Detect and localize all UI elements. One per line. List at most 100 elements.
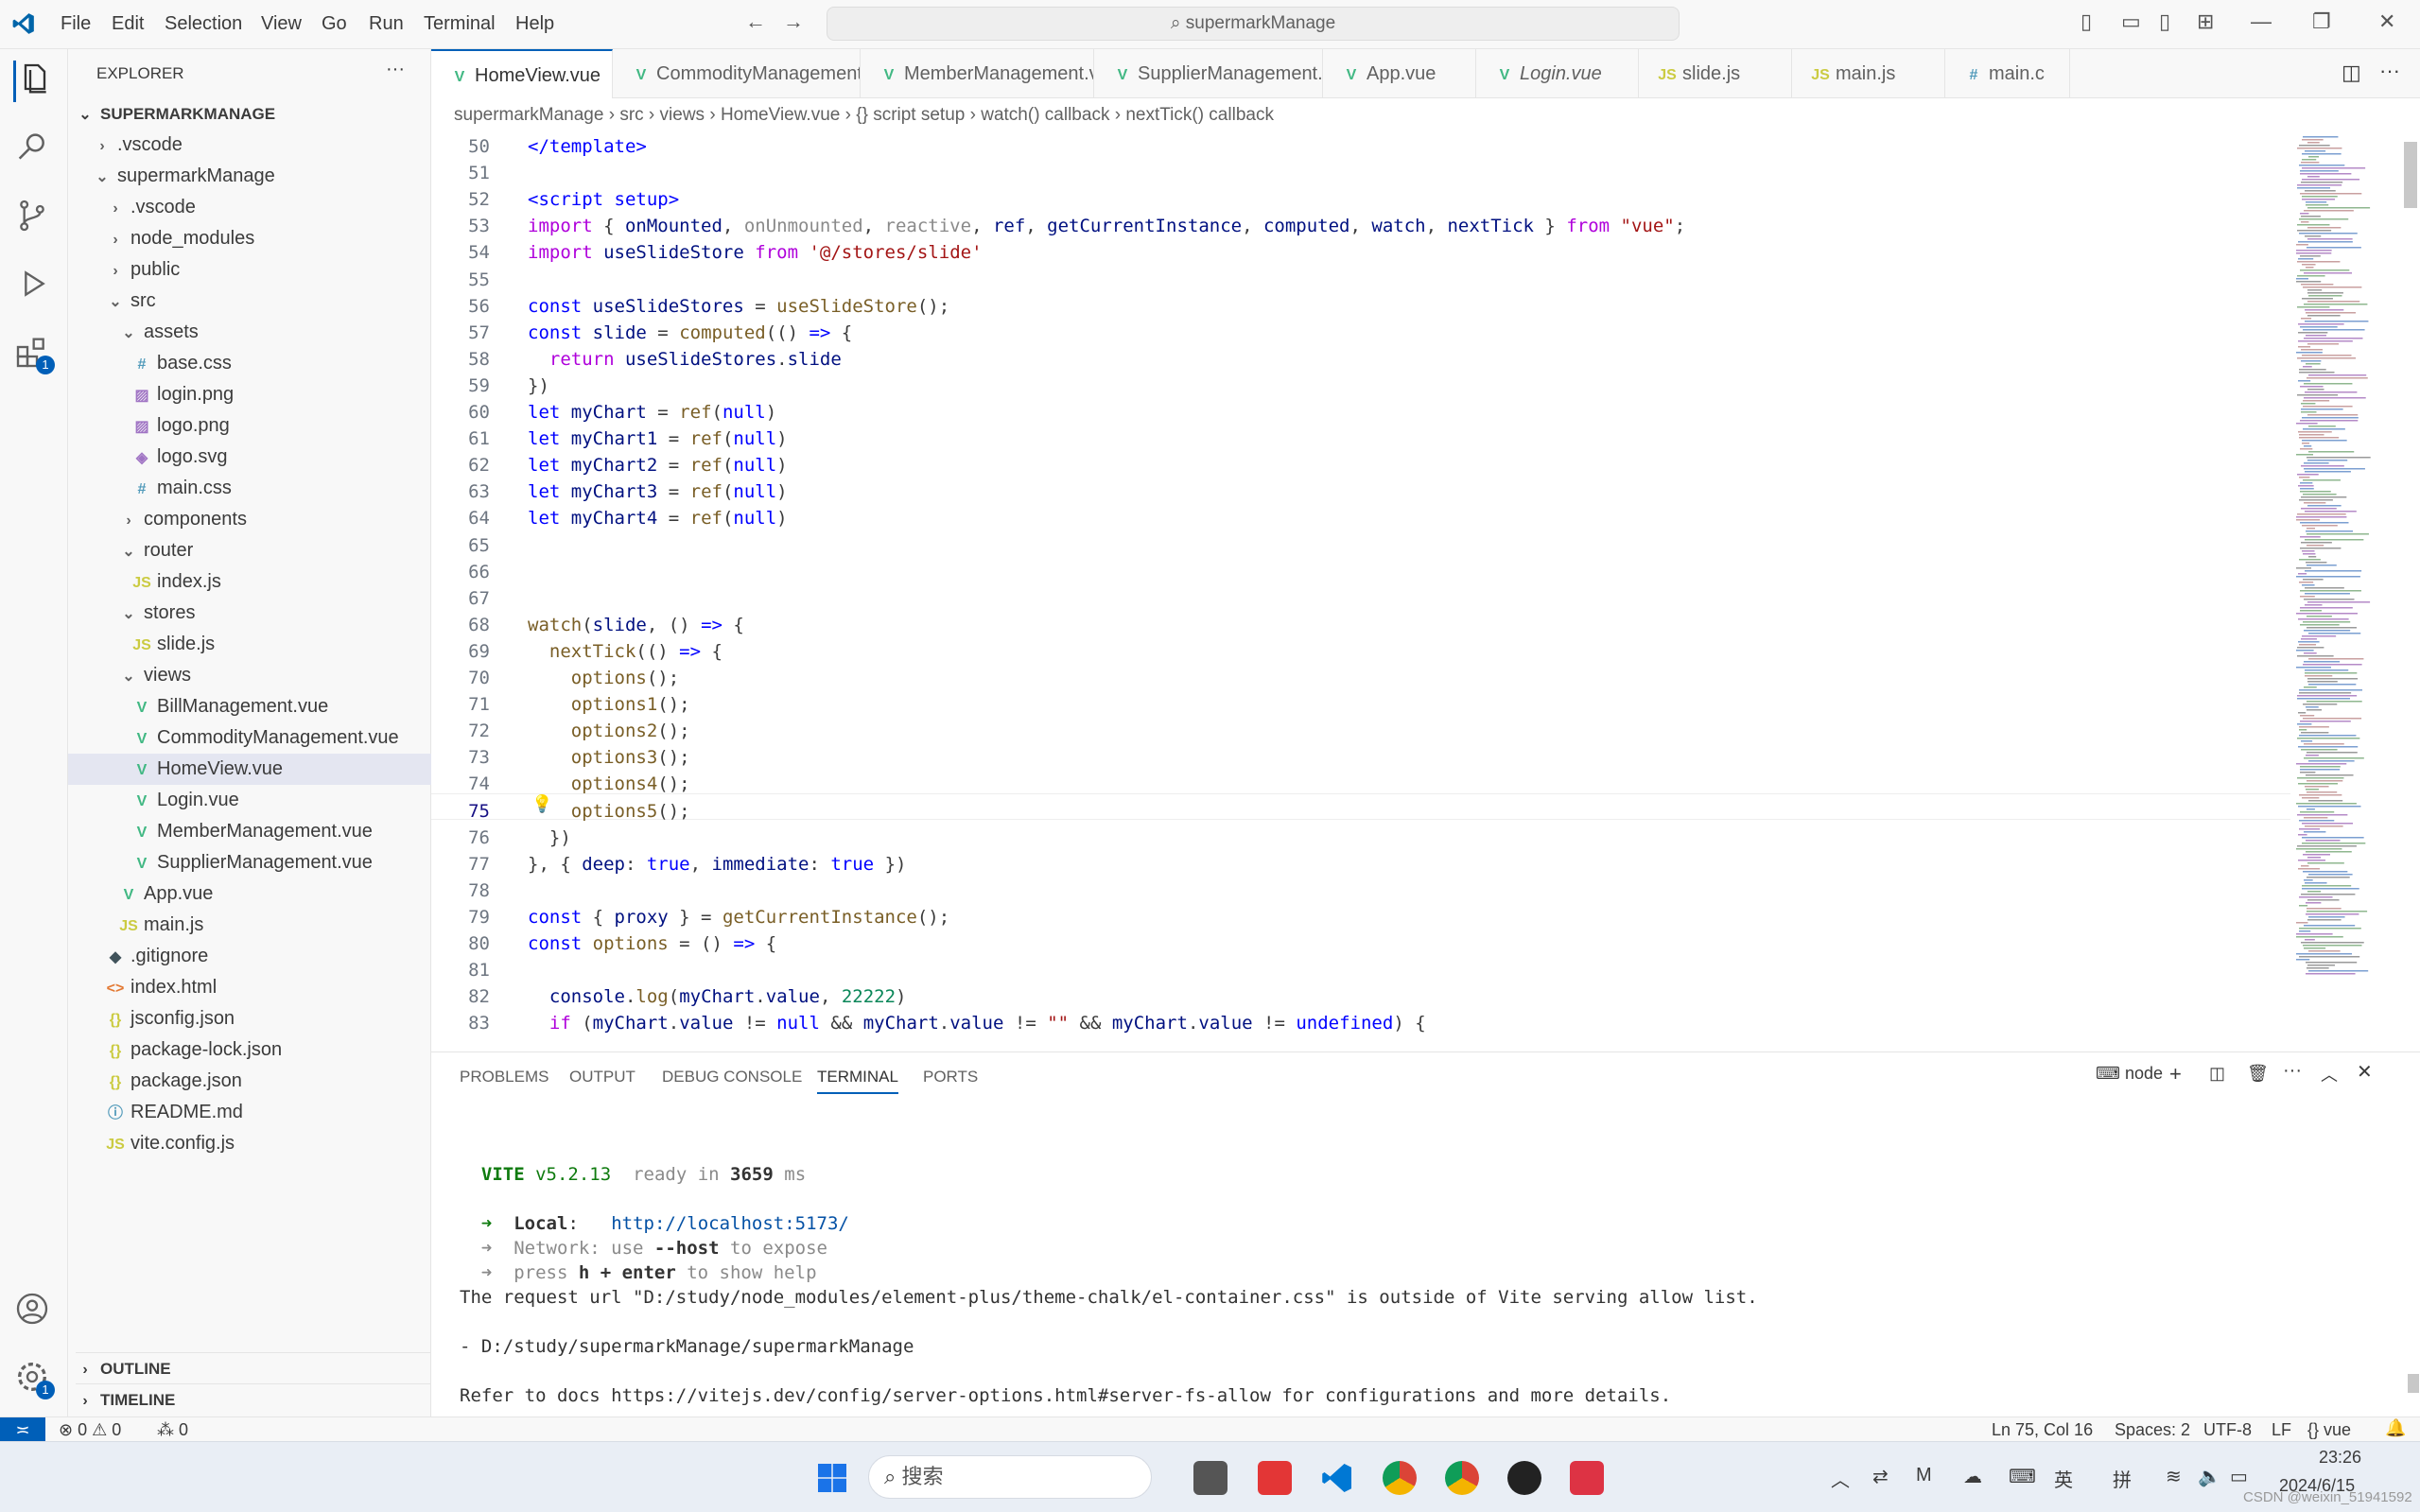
encoding[interactable]: UTF-8 — [2203, 1420, 2252, 1440]
more-actions-icon[interactable]: ··· — [386, 59, 405, 80]
close-panel-icon[interactable]: ✕ — [2357, 1060, 2373, 1084]
menu-edit[interactable]: Edit — [112, 13, 144, 35]
tree-item[interactable]: {} package.json — [68, 1066, 431, 1097]
maximize-icon[interactable]: ❐ — [2312, 9, 2331, 34]
tab-problems[interactable]: PROBLEMS — [460, 1068, 548, 1086]
code-line[interactable]: import { onMounted, onUnmounted, reactiv… — [528, 216, 1685, 236]
tree-item[interactable]: V App.vue — [68, 878, 431, 910]
terminal-shell-selector[interactable]: ⌨ node — [2096, 1064, 2163, 1084]
menu-go[interactable]: Go — [322, 13, 347, 35]
split-terminal-icon[interactable]: ◫ — [2209, 1064, 2225, 1084]
wifi-icon[interactable]: ≋ — [2166, 1465, 2182, 1488]
tab-ports[interactable]: PORTS — [923, 1068, 978, 1086]
toggle-secondary-sidebar-icon[interactable]: ▯ — [2159, 9, 2170, 34]
run-debug-icon[interactable] — [13, 265, 55, 306]
code-line[interactable]: options5(); — [528, 801, 690, 822]
menu-selection[interactable]: Selection — [165, 13, 242, 35]
code-line[interactable]: options(); — [528, 668, 679, 688]
breadcrumb-item[interactable]: {} script setup — [856, 105, 965, 125]
breadcrumb-item[interactable]: watch() callback — [981, 105, 1109, 125]
toggle-sidebar-icon[interactable]: ▯ — [2081, 9, 2092, 34]
code-line[interactable]: options3(); — [528, 747, 690, 768]
forward-arrow-icon[interactable]: → — [783, 9, 804, 34]
more-actions-icon[interactable]: ··· — [2283, 1060, 2302, 1082]
tree-item[interactable]: JS slide.js — [68, 629, 431, 660]
code-line[interactable]: let myChart = ref(null) — [528, 402, 776, 423]
tree-item[interactable]: ⌄ src — [68, 286, 431, 317]
code-line[interactable]: const { proxy } = getCurrentInstance(); — [528, 907, 949, 928]
qq-penguin-icon[interactable] — [1507, 1461, 1541, 1495]
tree-item[interactable]: <> index.html — [68, 972, 431, 1003]
tree-item[interactable]: V SupplierManagement.vue — [68, 847, 431, 878]
maximize-panel-icon[interactable]: ︿ — [2321, 1062, 2338, 1086]
vscode-taskbar-icon[interactable] — [1320, 1461, 1354, 1495]
tree-item[interactable]: ⌄ stores — [68, 598, 431, 629]
windows-start-icon[interactable] — [815, 1461, 849, 1495]
tray-chevron-up-icon[interactable]: ︿ — [1831, 1465, 1850, 1492]
tab-login-vue[interactable]: V Login.vue — [1476, 49, 1639, 98]
eol[interactable]: LF — [2272, 1420, 2291, 1440]
code-line[interactable]: let myChart1 = ref(null) — [528, 428, 788, 449]
trash-icon[interactable]: 🗑 — [2247, 1064, 2269, 1084]
breadcrumb-item[interactable]: src — [619, 105, 643, 125]
toggle-panel-icon[interactable]: ▭ — [2121, 9, 2141, 34]
taskview-app-icon[interactable] — [1193, 1461, 1227, 1495]
tab-suppliermanagement-vue[interactable]: V SupplierManagement.vue — [1094, 49, 1323, 98]
menu-view[interactable]: View — [261, 13, 302, 35]
menu-run[interactable]: Run — [369, 13, 404, 35]
code-line[interactable]: console.log(myChart.value, 22222) — [528, 986, 907, 1007]
more-actions-icon[interactable]: ··· — [2379, 59, 2400, 83]
tree-item[interactable]: V HomeView.vue — [68, 754, 431, 785]
code-line[interactable]: return useSlideStores.slide — [528, 349, 842, 370]
tree-item[interactable]: # base.css — [68, 348, 431, 379]
tree-item[interactable]: › node_modules — [68, 223, 431, 254]
cursor-position[interactable]: Ln 75, Col 16 — [1992, 1420, 2093, 1440]
tree-item[interactable]: JS main.js — [68, 910, 431, 941]
volume-icon[interactable]: 🔈 — [2198, 1465, 2221, 1488]
tab-commoditymanagement-vue[interactable]: V CommodityManagement.vue — [613, 49, 861, 98]
customize-layout-icon[interactable]: ⊞ — [2197, 9, 2214, 34]
source-control-icon[interactable] — [13, 197, 55, 238]
terminal-scrollbar[interactable] — [2408, 1374, 2419, 1393]
minimap[interactable] — [2290, 132, 2404, 983]
breadcrumb-item[interactable]: HomeView.vue — [721, 105, 840, 125]
tree-item[interactable]: ⌄ router — [68, 535, 431, 566]
extensions-icon[interactable]: 1 — [13, 333, 55, 374]
tree-item[interactable]: V MemberManagement.vue — [68, 816, 431, 847]
tab-homeview-vue[interactable]: VHomeView.vue ✕ — [431, 49, 613, 98]
timeline-section[interactable]: › TIMELINE — [76, 1383, 431, 1415]
code-line[interactable]: watch(slide, () => { — [528, 615, 744, 635]
code-line[interactable]: }) — [528, 827, 571, 848]
outline-section[interactable]: › OUTLINE — [76, 1352, 431, 1383]
code-line[interactable]: const options = () => { — [528, 933, 776, 954]
tree-item[interactable]: V Login.vue — [68, 785, 431, 816]
tree-item[interactable]: ⌄ supermarkManage — [68, 161, 431, 192]
code-line[interactable]: import useSlideStore from '@/stores/slid… — [528, 242, 983, 263]
tab-terminal[interactable]: TERMINAL — [817, 1068, 898, 1094]
tree-item[interactable]: ⌄ views — [68, 660, 431, 691]
terminal-output[interactable]: VITE v5.2.13 ready in 3659 ms ➜ Local: h… — [460, 1164, 1758, 1410]
tab-membermanagement-vue[interactable]: V MemberManagement.vue — [861, 49, 1094, 98]
tab-output[interactable]: OUTPUT — [569, 1068, 635, 1086]
ime-lang1[interactable]: 英 — [2054, 1465, 2073, 1492]
breadcrumb-item[interactable]: views — [660, 105, 705, 125]
code-line[interactable]: let myChart3 = ref(null) — [528, 481, 788, 502]
ime-lang2[interactable]: 拼 — [2113, 1465, 2132, 1492]
command-center-search[interactable]: ⌕ supermarkManage — [827, 7, 1680, 41]
code-line[interactable]: let myChart4 = ref(null) — [528, 508, 788, 529]
tray-app-icon[interactable]: ⇄ — [1872, 1465, 1889, 1488]
taskbar-search[interactable]: ⌕ 搜索 — [868, 1455, 1152, 1499]
accounts-icon[interactable] — [13, 1290, 55, 1331]
notifications-bell-icon[interactable]: 🔔 — [2385, 1418, 2406, 1438]
tree-item[interactable]: ▨ logo.png — [68, 410, 431, 442]
explorer-root[interactable]: ⌄ SUPERMARKMANAGE — [76, 98, 275, 130]
tree-item[interactable]: JS vite.config.js — [68, 1128, 431, 1159]
split-editor-icon[interactable]: ◫ — [2342, 61, 2361, 85]
tab-app-vue[interactable]: V App.vue — [1323, 49, 1476, 98]
tab-main-c[interactable]: # main.c — [1945, 49, 2070, 98]
ports-status[interactable]: ⁂ 0 — [157, 1420, 188, 1440]
code-line[interactable]: options2(); — [528, 721, 690, 741]
tree-item[interactable]: › .vscode — [68, 192, 431, 223]
editor-scrollbar[interactable] — [2404, 142, 2417, 208]
search-icon[interactable] — [13, 129, 55, 170]
